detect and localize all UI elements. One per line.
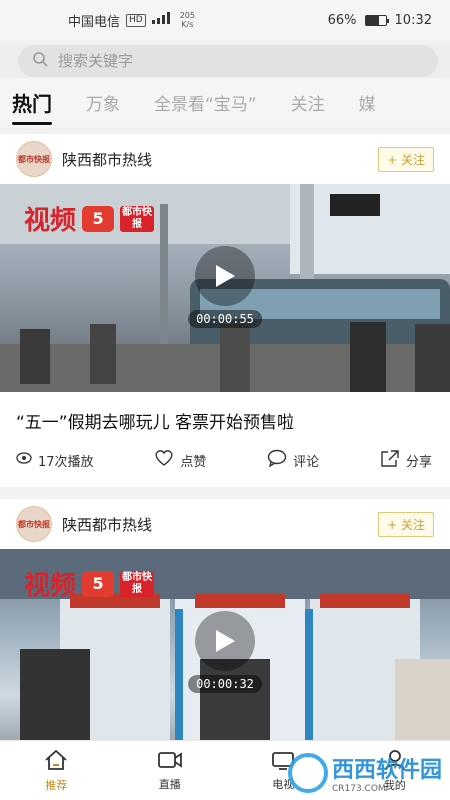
avatar[interactable]: 都市快报 [16,141,52,177]
signal-icon [151,12,174,28]
channel-logo: 视频 5 都市快报 [24,205,155,236]
bottom-nav: 推荐 直播 电视 我的 西西软件园 CR173.COM [0,740,450,800]
comment-button[interactable]: 评论 [267,449,319,471]
search-icon [32,51,48,71]
play-icon[interactable] [195,246,255,306]
comment-icon [267,449,287,471]
share-button[interactable]: 分享 [380,449,432,471]
app-screen: 中国电信 HD 205K/s 66% 10:32 热门 万象 全景看“宝马” [0,0,450,800]
eye-icon [16,452,32,468]
author-name[interactable]: 陕西都市热线 [62,514,152,535]
author-info[interactable]: 都市快报 陕西都市热线 [16,506,152,542]
battery-icon [364,14,389,26]
tab-wanxiang[interactable]: 万象 [86,90,120,115]
play-count: 17次播放 [16,451,94,470]
nav-live[interactable]: 直播 [157,750,183,792]
channel-logo: 视频 5 都市快报 [24,570,155,601]
video-duration: 00:00:55 [188,310,262,328]
status-bar: 中国电信 HD 205 K/s 66% 10:32 [0,0,450,40]
action-bar: 17次播放 点赞 评论 分享 [0,443,450,487]
author-name[interactable]: 陕西都市热线 [62,149,152,170]
nav-recommend[interactable]: 推荐 [44,749,68,793]
home-icon [44,749,68,774]
search-box[interactable] [18,45,438,77]
video-card: 都市快报 陕西都市热线 + 关注 视频 5 都市快报 00:00:32 [0,499,450,757]
battery-percent: 66% [327,12,357,28]
watermark-logo: 西西软件园 CR173.COM [287,752,442,794]
video-duration: 00:00:32 [188,675,262,693]
clock: 10:32 [394,12,432,28]
category-tabs: 热门 万象 全景看“宝马” 关注 媒 [0,78,450,126]
net-speed: 205 K/s [179,11,195,29]
search-input[interactable] [58,52,358,70]
avatar[interactable]: 都市快报 [16,506,52,542]
follow-button[interactable]: + 关注 [378,511,434,537]
author-info[interactable]: 都市快报 陕西都市热线 [16,141,152,177]
heart-icon [154,449,174,471]
video-thumbnail[interactable]: 视频 5 都市快报 00:00:32 [0,549,450,757]
share-icon [380,449,400,471]
tab-media[interactable]: 媒 [359,90,376,115]
tab-bmw[interactable]: 全景看“宝马” [154,90,257,115]
hd-badge: HD [126,13,146,27]
video-thumbnail[interactable]: 视频 5 都市快报 00:00:55 [0,184,450,392]
tab-follow[interactable]: 关注 [291,90,325,115]
play-icon[interactable] [195,611,255,671]
search-bar [0,44,450,78]
video-title[interactable]: “五一”假期去哪玩儿 客票开始预售啦 [0,392,450,443]
follow-button[interactable]: + 关注 [378,146,434,172]
carrier-label: 中国电信 [68,14,121,30]
video-camera-icon [157,750,183,773]
tab-hot[interactable]: 热门 [12,88,52,125]
video-card: 都市快报 陕西都市热线 + 关注 视频 5 都市快报 00:00:55 “五一”… [0,134,450,487]
like-button[interactable]: 点赞 [154,449,206,471]
